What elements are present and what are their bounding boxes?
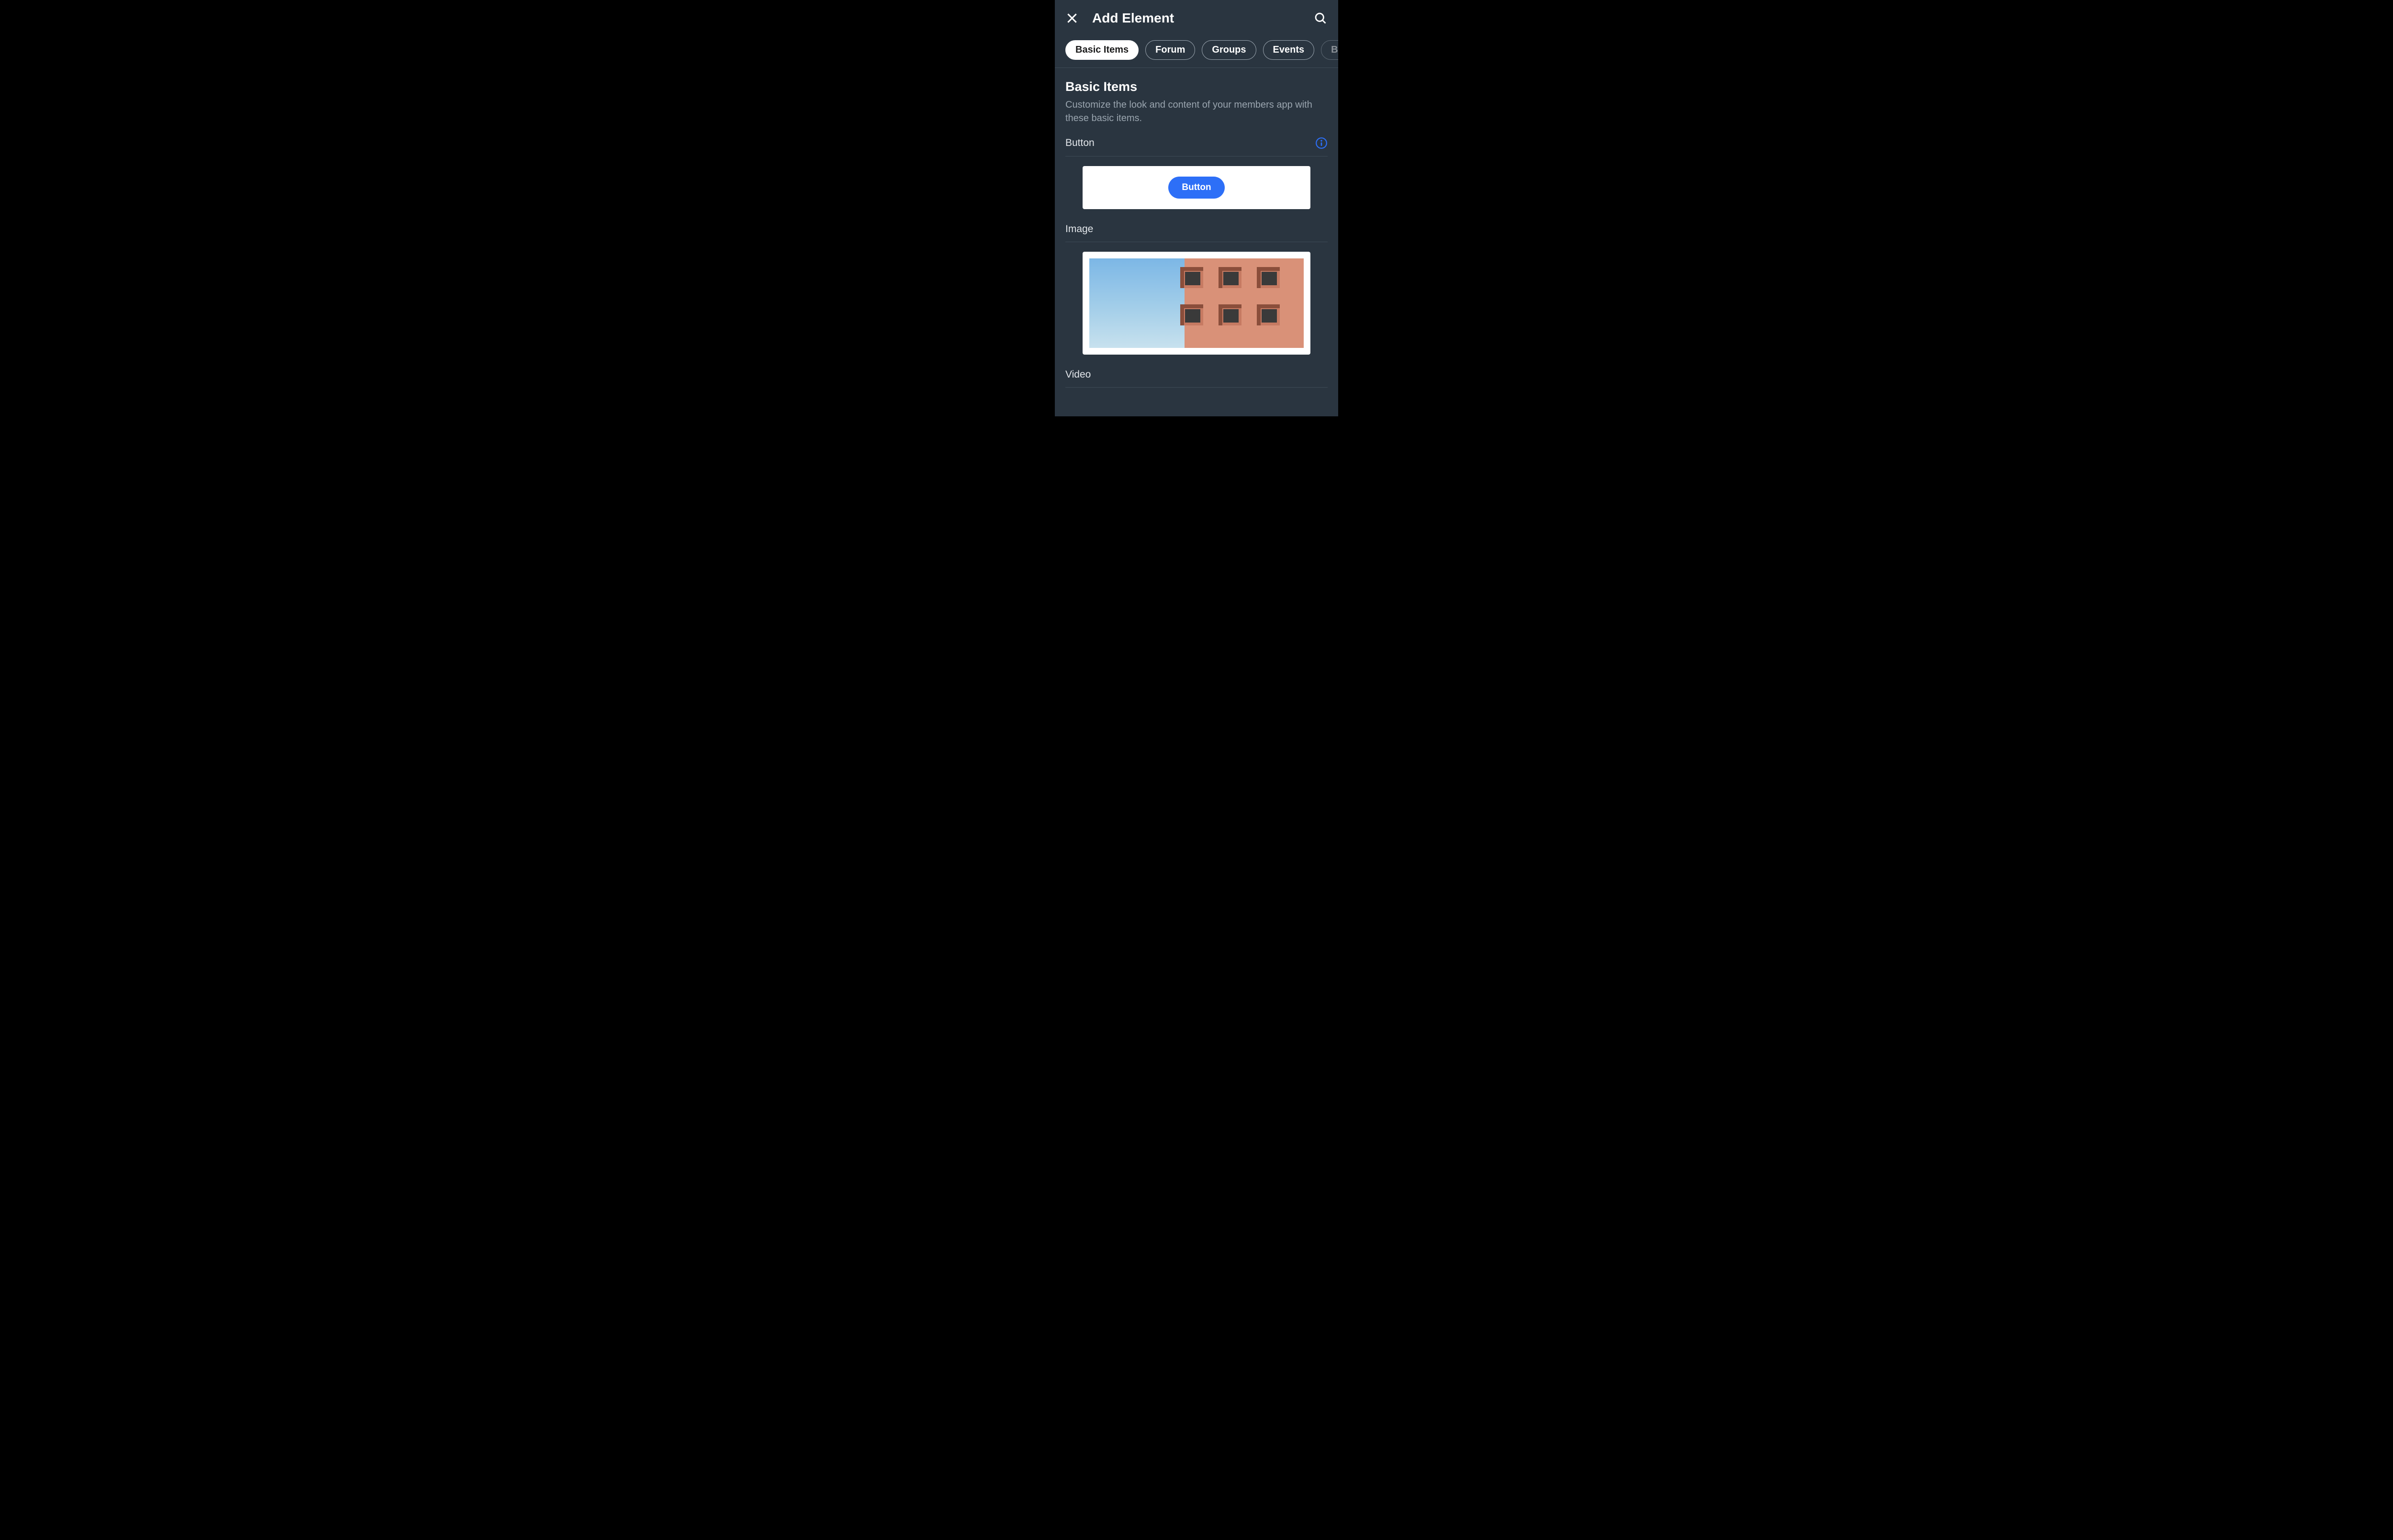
info-icon [1315, 137, 1328, 149]
category-tabs: Basic Items Forum Groups Events Blog [1055, 31, 1338, 68]
element-preview-image[interactable] [1083, 252, 1310, 355]
element-preview-button[interactable]: Button [1083, 166, 1310, 209]
add-element-panel: Add Element Basic Items Forum Groups Events… [1055, 0, 1338, 416]
tab-events[interactable]: Events [1263, 40, 1315, 60]
tab-blog[interactable]: Blog [1321, 40, 1338, 60]
close-button[interactable] [1065, 11, 1079, 25]
sample-image [1089, 258, 1304, 348]
item-row-button: Button [1065, 137, 1328, 156]
tab-basic-items[interactable]: Basic Items [1065, 40, 1139, 60]
item-label: Video [1065, 369, 1091, 380]
content: Basic Items Customize the look and conte… [1055, 68, 1338, 416]
page-title: Add Element [1092, 11, 1300, 26]
tab-forum[interactable]: Forum [1145, 40, 1195, 60]
section-description: Customize the look and content of your m… [1065, 98, 1328, 125]
info-button[interactable] [1315, 137, 1328, 149]
sample-button: Button [1168, 177, 1224, 199]
item-label: Image [1065, 223, 1093, 235]
search-button[interactable] [1313, 11, 1328, 25]
search-icon [1314, 11, 1327, 25]
item-row-image: Image [1065, 223, 1328, 242]
close-icon [1066, 12, 1078, 24]
section-heading: Basic Items [1065, 79, 1328, 94]
tab-groups[interactable]: Groups [1202, 40, 1256, 60]
header: Add Element [1055, 0, 1338, 31]
item-row-video: Video [1065, 369, 1328, 388]
item-label: Button [1065, 137, 1095, 149]
